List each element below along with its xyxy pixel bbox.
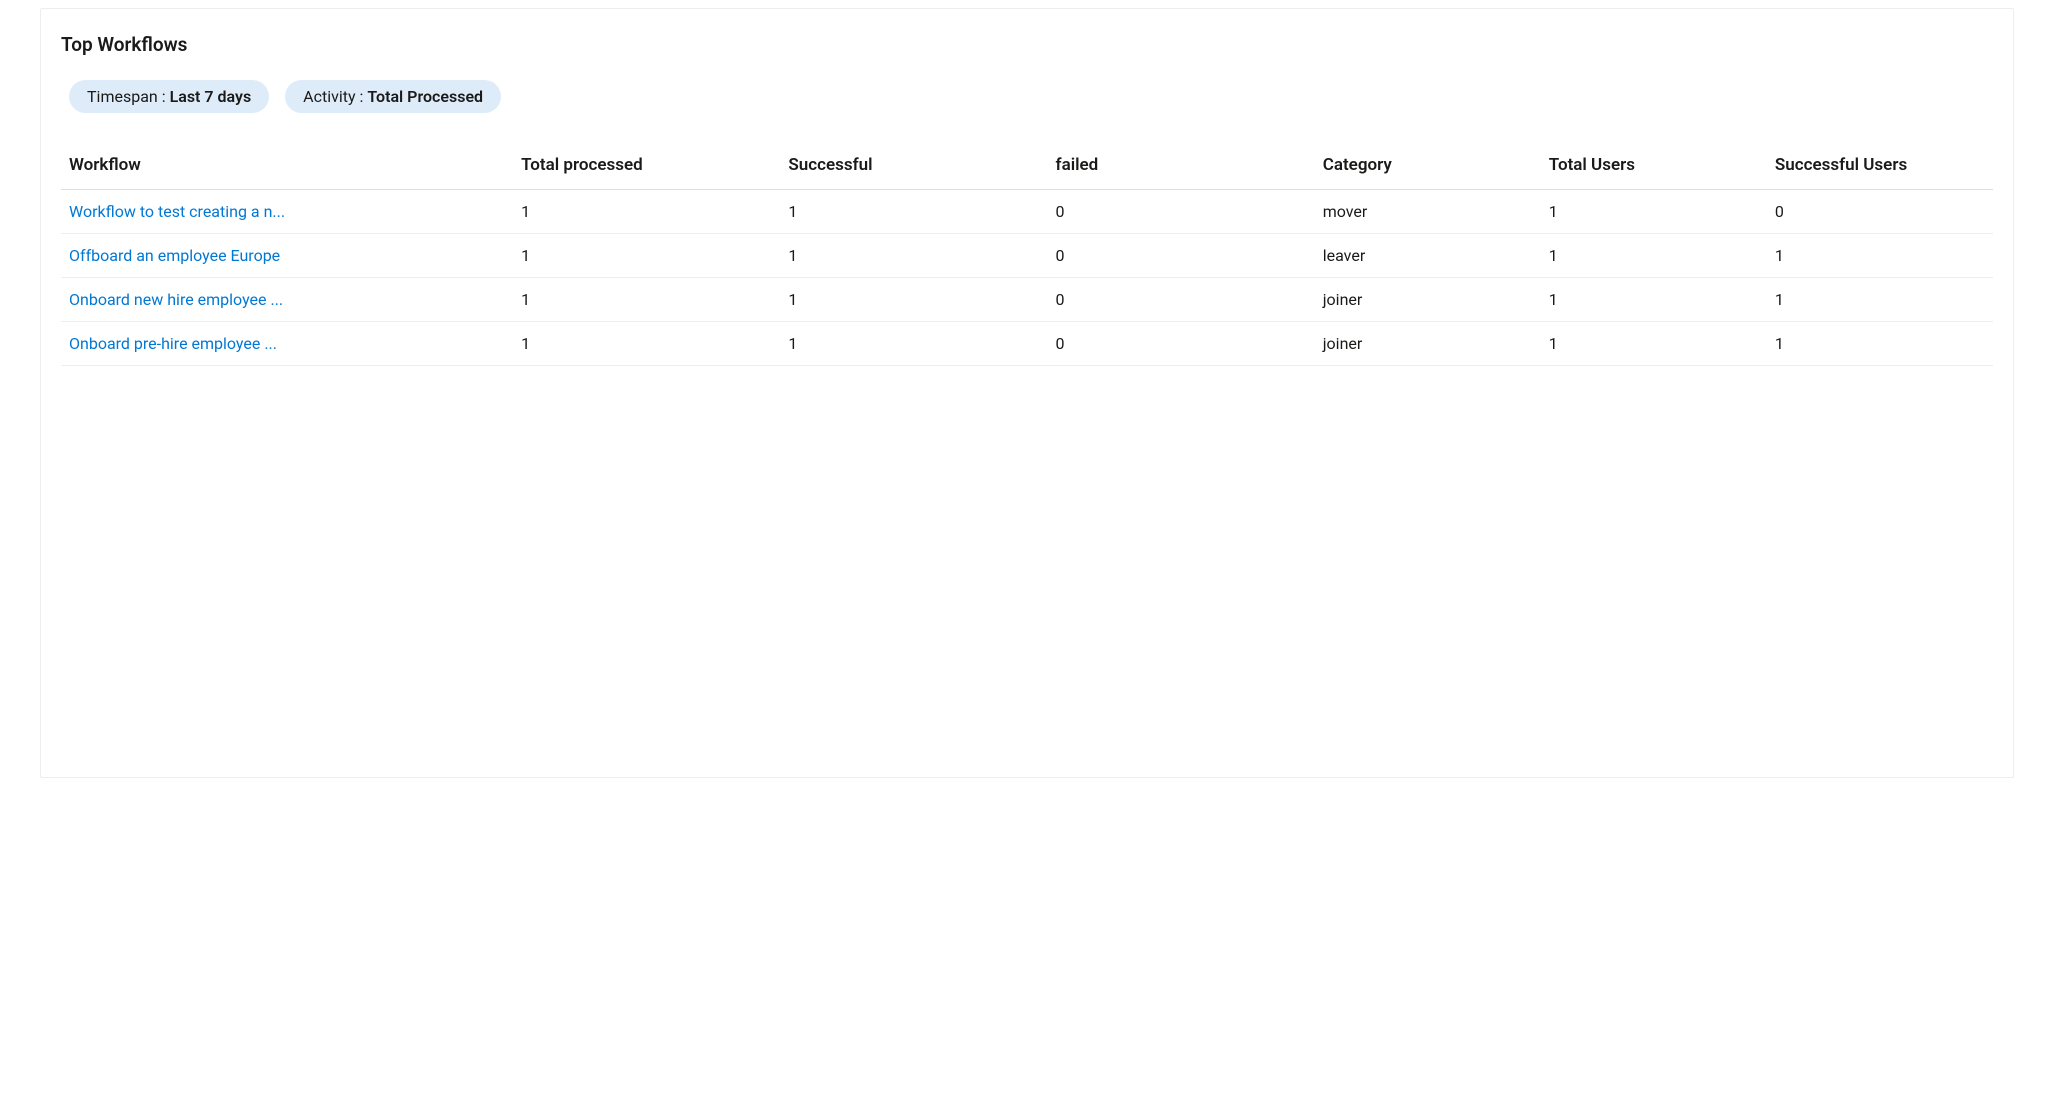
cell-workflow: Onboard new hire employee ... [61,278,513,322]
cell-total-processed: 1 [513,278,780,322]
col-successful-users[interactable]: Successful Users [1767,145,1993,190]
table-row: Offboard an employee Europe110leaver11 [61,234,1993,278]
cell-successful-users: 0 [1767,190,1993,234]
col-total-users[interactable]: Total Users [1541,145,1767,190]
cell-category: mover [1315,190,1541,234]
filter-timespan[interactable]: Timespan : Last 7 days [69,80,269,113]
cell-failed: 0 [1048,234,1315,278]
filter-activity-value: Total Processed [367,87,483,106]
cell-successful-users: 1 [1767,278,1993,322]
cell-successful-users: 1 [1767,322,1993,366]
table-row: Onboard pre-hire employee ...110joiner11 [61,322,1993,366]
table-header-row: Workflow Total processed Successful fail… [61,145,1993,190]
col-successful[interactable]: Successful [780,145,1047,190]
filter-timespan-value: Last 7 days [170,87,252,106]
cell-workflow: Offboard an employee Europe [61,234,513,278]
cell-successful: 1 [780,322,1047,366]
workflow-link[interactable]: Workflow to test creating a n... [69,202,285,221]
cell-total-users: 1 [1541,278,1767,322]
workflows-table: Workflow Total processed Successful fail… [61,145,1993,366]
cell-successful-users: 1 [1767,234,1993,278]
cell-successful: 1 [780,234,1047,278]
filter-activity-label: Activity : [303,87,363,106]
cell-workflow: Workflow to test creating a n... [61,190,513,234]
cell-total-users: 1 [1541,190,1767,234]
filter-activity[interactable]: Activity : Total Processed [285,80,501,113]
col-failed[interactable]: failed [1048,145,1315,190]
cell-workflow: Onboard pre-hire employee ... [61,322,513,366]
col-workflow[interactable]: Workflow [61,145,513,190]
workflow-link[interactable]: Onboard pre-hire employee ... [69,334,277,353]
cell-successful: 1 [780,278,1047,322]
cell-total-processed: 1 [513,322,780,366]
cell-failed: 0 [1048,322,1315,366]
cell-successful: 1 [780,190,1047,234]
cell-total-processed: 1 [513,234,780,278]
cell-total-users: 1 [1541,234,1767,278]
table-row: Onboard new hire employee ...110joiner11 [61,278,1993,322]
filter-row: Timespan : Last 7 days Activity : Total … [69,80,1993,113]
cell-total-users: 1 [1541,322,1767,366]
cell-failed: 0 [1048,190,1315,234]
filter-timespan-label: Timespan : [87,87,166,106]
workflow-link[interactable]: Offboard an employee Europe [69,246,280,265]
top-workflows-card: Top Workflows Timespan : Last 7 days Act… [40,8,2014,778]
col-category[interactable]: Category [1315,145,1541,190]
workflow-link[interactable]: Onboard new hire employee ... [69,290,283,309]
cell-failed: 0 [1048,278,1315,322]
card-title: Top Workflows [61,33,1993,56]
col-total-processed[interactable]: Total processed [513,145,780,190]
cell-category: joiner [1315,278,1541,322]
table-row: Workflow to test creating a n...110mover… [61,190,1993,234]
cell-category: leaver [1315,234,1541,278]
cell-total-processed: 1 [513,190,780,234]
cell-category: joiner [1315,322,1541,366]
